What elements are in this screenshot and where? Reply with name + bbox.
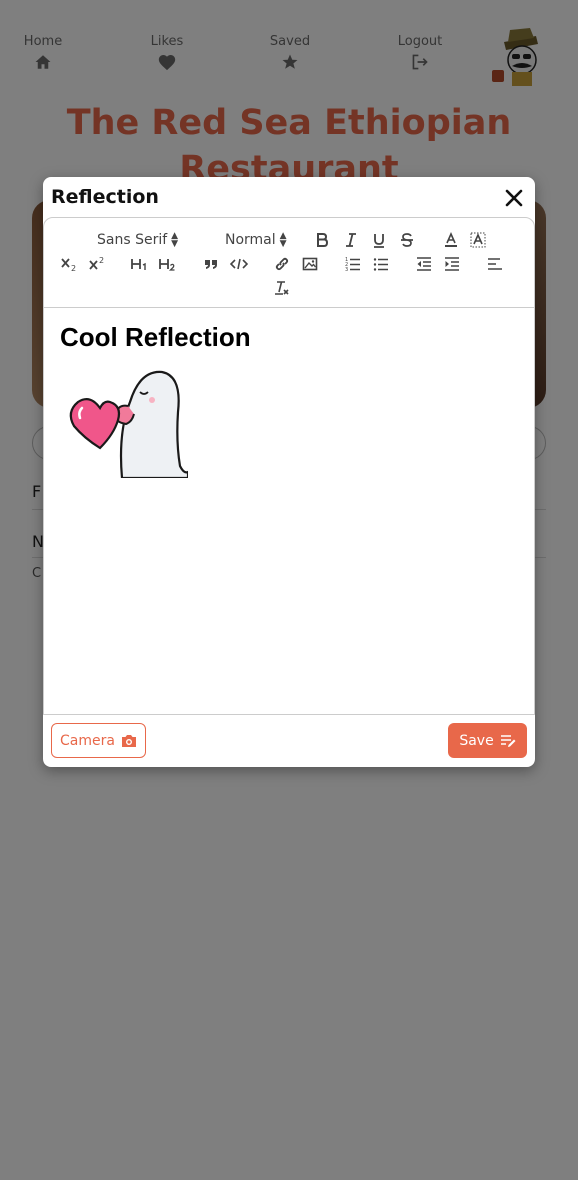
svg-text:2: 2 <box>99 256 104 265</box>
italic-button[interactable] <box>340 230 362 250</box>
bold-icon <box>317 233 329 247</box>
content-heading: Cool Reflection <box>60 322 251 352</box>
heading1-icon <box>131 259 146 270</box>
clear-format-button[interactable] <box>271 278 293 298</box>
heading1-button[interactable] <box>128 254 150 274</box>
underline-button[interactable] <box>368 230 390 250</box>
reflection-modal: Reflection Sans Serif ▲ ▼ Normal ▲ ▼ 2 2… <box>43 177 535 767</box>
ordered-list-button[interactable]: 123 <box>342 254 364 274</box>
heading2-button[interactable] <box>156 254 178 274</box>
modal-header: Reflection <box>43 177 535 217</box>
quote-icon <box>205 260 217 269</box>
rich-text-editor: Sans Serif ▲ ▼ Normal ▲ ▼ 2 2 1 2 3 Cool… <box>43 217 535 715</box>
goose-heart-image <box>60 362 188 478</box>
text-color-button[interactable] <box>440 230 462 250</box>
bullet-list-button[interactable] <box>370 254 392 274</box>
align-left-icon <box>488 258 502 270</box>
sort-icon: ▲ ▼ <box>171 231 179 249</box>
subscript-icon: 2 <box>61 258 76 272</box>
edit-note-icon <box>500 734 516 747</box>
svg-text:2: 2 <box>71 264 76 272</box>
clear-format-icon <box>275 281 289 295</box>
modal-title: Reflection <box>51 186 159 208</box>
editor-toolbar: Sans Serif ▲ ▼ Normal ▲ ▼ 2 2 1 2 3 <box>44 218 534 308</box>
size-picker[interactable]: Normal ▲ ▼ <box>225 230 287 250</box>
strike-button[interactable] <box>396 230 418 250</box>
close-icon[interactable] <box>503 187 525 209</box>
underline-icon <box>374 234 384 248</box>
link-icon <box>275 257 289 271</box>
modal-footer: Camera Save <box>43 715 535 767</box>
size-picker-label: Normal <box>225 232 276 248</box>
image-button[interactable] <box>299 254 321 274</box>
italic-icon <box>346 233 356 247</box>
image-icon <box>302 257 318 271</box>
highlight-icon <box>470 232 486 248</box>
link-button[interactable] <box>271 254 293 274</box>
superscript-button[interactable]: 2 <box>86 254 108 274</box>
camera-button[interactable]: Camera <box>51 723 146 758</box>
subscript-button[interactable]: 2 <box>58 254 80 274</box>
blockquote-button[interactable] <box>200 254 222 274</box>
font-picker-label: Sans Serif <box>97 232 168 248</box>
strikethrough-icon <box>401 233 413 247</box>
indent-button[interactable] <box>441 254 463 274</box>
camera-icon <box>121 734 136 747</box>
code-block-button[interactable] <box>228 254 250 274</box>
heading2-icon <box>159 259 175 271</box>
ordered-list-icon: 123 <box>345 257 360 272</box>
camera-button-label: Camera <box>60 732 115 749</box>
superscript-icon: 2 <box>89 256 104 270</box>
code-icon <box>230 258 248 270</box>
save-button-label: Save <box>459 732 494 749</box>
bullet-list-icon <box>373 258 388 271</box>
editor-content[interactable]: Cool Reflection <box>60 322 520 478</box>
outdent-button[interactable] <box>413 254 435 274</box>
save-button[interactable]: Save <box>448 723 527 758</box>
svg-text:3: 3 <box>345 267 348 272</box>
outdent-icon <box>417 257 431 271</box>
align-button[interactable] <box>484 254 506 274</box>
background-color-button[interactable] <box>467 230 489 250</box>
sort-icon: ▲ ▼ <box>279 231 287 249</box>
font-picker[interactable]: Sans Serif ▲ ▼ <box>97 230 178 250</box>
indent-icon <box>445 257 459 271</box>
bold-button[interactable] <box>311 230 333 250</box>
text-color-icon <box>445 232 457 247</box>
